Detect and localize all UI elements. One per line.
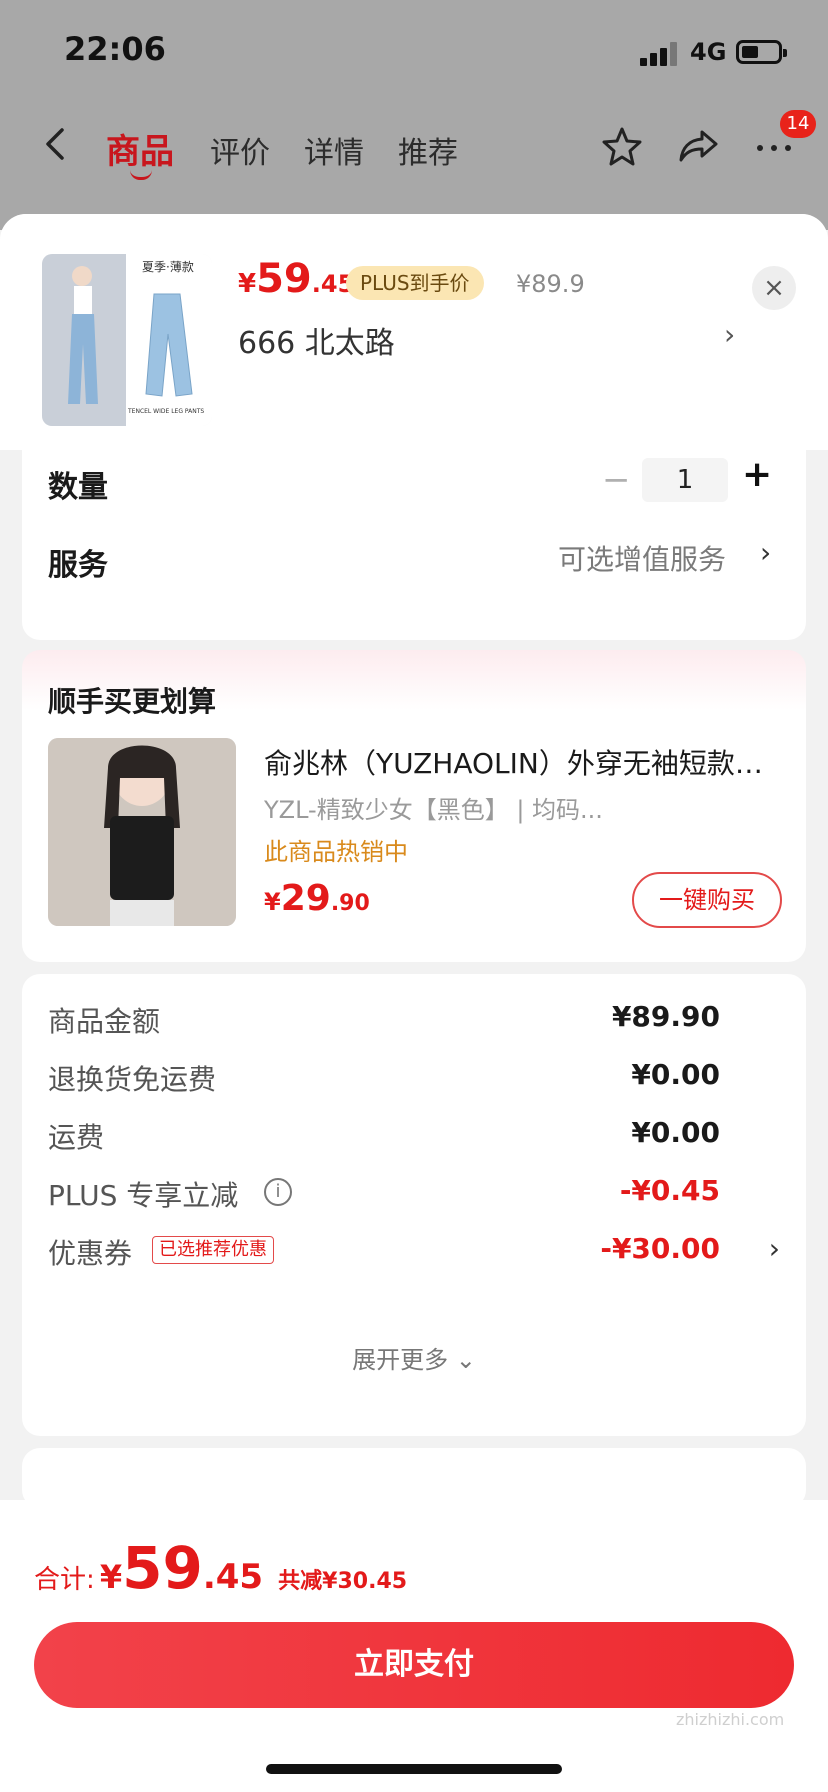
quantity-decrease-button[interactable]: −: [602, 460, 631, 500]
upsell-product-image[interactable]: [48, 738, 236, 926]
service-option[interactable]: 可选增值服务: [558, 538, 726, 578]
summary-row: 商品金额 ¥89.90: [48, 1000, 780, 1040]
close-button[interactable]: ×: [752, 266, 796, 310]
price-currency: ¥: [264, 888, 281, 916]
status-bar: 22:06 4G: [0, 0, 828, 100]
upsell-card: 顺手买更划算 俞兆林（YUZHAOLIN）外穿无袖短款… YZL-精致少女【黑色…: [22, 650, 806, 962]
total-saving: 共减¥30.45: [278, 1569, 408, 1594]
pay-now-button[interactable]: 立即支付: [34, 1622, 794, 1708]
price-integer: 29: [280, 878, 331, 919]
shipping-address[interactable]: 666 北太路: [238, 318, 395, 362]
next-card-peek: [22, 1448, 806, 1508]
service-label: 服务: [48, 548, 108, 583]
original-price: ¥89.9: [516, 270, 585, 298]
summary-row: PLUS 专享立减 i -¥0.45: [48, 1174, 780, 1214]
summary-value: -¥30.00: [600, 1232, 720, 1265]
quantity-service-card: 数量 − 1 + 服务 可选增值服务 ›: [22, 436, 806, 640]
price-integer: 59: [256, 256, 312, 302]
message-count-badge: 14: [780, 110, 816, 138]
total-currency: ¥: [99, 1558, 123, 1596]
tab-details[interactable]: 详情: [304, 128, 364, 172]
quantity-label: 数量: [48, 470, 108, 505]
product-header: 夏季·薄款 TENCEL WIDE LEG PANTS ¥59.45 PLUS到…: [0, 214, 828, 450]
watermark: zhizhizhi.com: [676, 1710, 785, 1729]
price-summary-card: 商品金额 ¥89.90 退换货免运费 ¥0.00 运费 ¥0.00 PLUS 专…: [22, 974, 806, 1436]
product-thumbnail: 夏季·薄款 TENCEL WIDE LEG PANTS: [42, 254, 212, 426]
tab-product[interactable]: 商品: [106, 124, 174, 173]
plus-price-tag: PLUS到手价: [346, 266, 484, 300]
price-currency: ¥: [238, 269, 257, 299]
price-decimal: .90: [330, 891, 370, 916]
thumbnail-caption: 夏季·薄款: [142, 260, 194, 274]
home-indicator: [266, 1764, 562, 1774]
summary-label: 商品金额: [48, 1005, 161, 1038]
summary-value: ¥89.90: [611, 1000, 720, 1033]
total-label: 合计:: [34, 1565, 95, 1595]
coupon-row[interactable]: 优惠券 已选推荐优惠 -¥30.00 ›: [48, 1232, 780, 1272]
one-click-buy-button[interactable]: 一键购买: [632, 872, 782, 928]
checkout-bar: 合计: ¥59.45 共减¥30.45 立即支付 zhizhizhi.com: [0, 1500, 828, 1792]
quantity-input[interactable]: 1: [642, 458, 728, 502]
summary-label: 运费: [48, 1121, 105, 1154]
upsell-product-name[interactable]: 俞兆林（YUZHAOLIN）外穿无袖短款…: [264, 742, 784, 782]
battery-icon: [736, 40, 787, 64]
summary-label: 优惠券: [48, 1237, 133, 1270]
share-icon[interactable]: [676, 124, 720, 168]
total-integer: 59: [122, 1534, 203, 1602]
chevron-right-icon[interactable]: ›: [760, 536, 771, 569]
product-price: ¥59.45: [238, 256, 354, 302]
summary-value: ¥0.00: [631, 1058, 720, 1091]
tab-recommend[interactable]: 推荐: [398, 128, 458, 172]
summary-row: 运费 ¥0.00: [48, 1116, 780, 1156]
summary-label: PLUS 专享立减: [48, 1179, 239, 1212]
summary-row: 退换货免运费 ¥0.00: [48, 1058, 780, 1098]
star-icon[interactable]: [600, 124, 644, 168]
upsell-product-spec: YZL-精致少女【黑色】 | 均码...: [264, 796, 603, 824]
expand-more-button[interactable]: 展开更多 ⌄: [22, 1340, 806, 1375]
upsell-price: ¥29.90: [264, 878, 370, 919]
tab-reviews[interactable]: 评价: [210, 128, 270, 172]
total-decimal: .45: [202, 1557, 264, 1597]
info-icon[interactable]: i: [264, 1178, 292, 1206]
hot-sale-label: 此商品热销中: [264, 838, 408, 866]
status-time: 22:06: [64, 30, 166, 68]
thumbnail-subcaption: TENCEL WIDE LEG PANTS: [128, 408, 205, 415]
quantity-increase-button[interactable]: +: [742, 454, 772, 495]
signal-icon: [640, 40, 680, 66]
summary-value: ¥0.00: [631, 1116, 720, 1149]
network-type: 4G: [690, 38, 727, 66]
summary-value: -¥0.45: [619, 1174, 720, 1207]
upsell-title: 顺手买更划算: [48, 685, 217, 718]
product-nav: 商品 评价 详情 推荐 14: [0, 110, 828, 190]
order-total: 合计: ¥59.45 共减¥30.45: [34, 1534, 407, 1602]
back-icon[interactable]: [36, 124, 76, 164]
chevron-right-icon[interactable]: ›: [724, 318, 735, 351]
coupon-tag: 已选推荐优惠: [152, 1236, 274, 1264]
chevron-right-icon[interactable]: ›: [769, 1232, 780, 1265]
tab-active-indicator: [130, 170, 152, 180]
summary-label: 退换货免运费: [48, 1063, 217, 1096]
